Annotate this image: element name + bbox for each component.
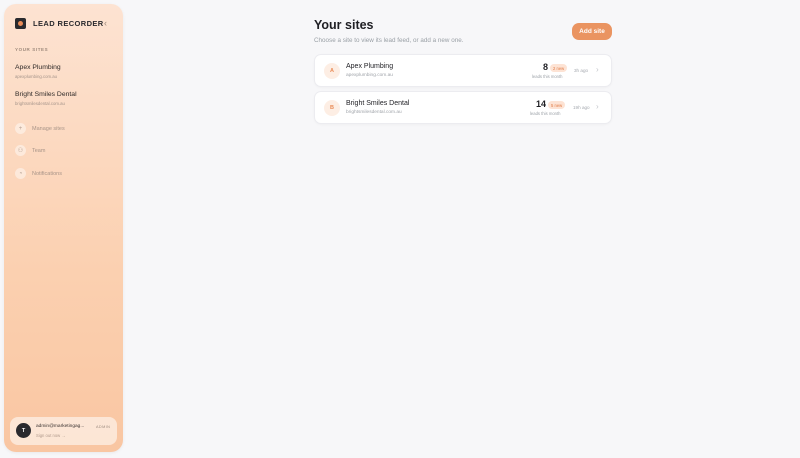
site-name: Bright Smiles Dental xyxy=(346,100,410,107)
last-lead-time: 3h ago xyxy=(574,68,589,73)
sidebar-site-name: Bright Smiles Dental xyxy=(15,91,77,98)
sidebar-item-team[interactable]: ⚇ Team xyxy=(15,145,45,156)
page-title: Your sites xyxy=(314,18,374,32)
plus-icon: + xyxy=(15,123,26,134)
sites-section-label: YOUR SITES xyxy=(15,47,49,52)
brand[interactable]: LEAD RECORDER xyxy=(15,18,104,29)
site-initial-avatar: A xyxy=(324,63,340,79)
leads-label: leads this month xyxy=(532,74,563,79)
leads-label: leads this month xyxy=(530,111,561,116)
sidebar-item-manage-sites[interactable]: + Manage sites xyxy=(15,123,65,134)
sidebar-item-label: Manage sites xyxy=(32,125,65,132)
new-leads-badge: 2 new xyxy=(550,64,568,72)
site-initial-avatar: B xyxy=(324,100,340,116)
new-leads-badge: 5 new xyxy=(548,101,566,109)
sidebar: LEAD RECORDER ‹ YOUR SITES Apex Plumbing… xyxy=(4,4,123,452)
team-icon: ⚇ xyxy=(15,145,26,156)
site-domain: apexplumbing.com.au xyxy=(346,73,393,78)
avatar: T xyxy=(16,423,31,438)
page-subtitle: Choose a site to view its lead feed, or … xyxy=(314,37,464,44)
logo-icon xyxy=(15,18,26,29)
sidebar-item-label: Team xyxy=(32,147,46,154)
user-card: T admin@marketingag... ADMIN Sign out no… xyxy=(10,417,117,445)
chevron-right-icon: › xyxy=(596,65,599,74)
last-lead-time: 19h ago xyxy=(573,105,590,110)
sidebar-site-bright-smiles[interactable]: Bright Smiles Dental brightsmilesdental.… xyxy=(15,91,77,106)
user-email: admin@marketingag... xyxy=(36,424,85,429)
lead-count: 8 xyxy=(542,62,548,72)
collapse-sidebar-icon[interactable]: ‹ xyxy=(104,18,107,28)
sidebar-site-domain: brightsmilesdental.com.au xyxy=(15,101,65,106)
add-site-button[interactable]: Add site xyxy=(572,23,612,40)
sign-out-link[interactable]: Sign out now → xyxy=(36,433,66,438)
site-name: Apex Plumbing xyxy=(346,63,394,70)
sidebar-site-name: Apex Plumbing xyxy=(15,64,61,71)
sidebar-site-domain: apexplumbing.com.au xyxy=(15,74,58,79)
bell-icon: ◔ xyxy=(15,168,26,179)
brand-name: LEAD RECORDER xyxy=(33,19,104,28)
sidebar-site-apex[interactable]: Apex Plumbing apexplumbing.com.au xyxy=(15,64,61,79)
site-domain: brightsmilesdental.com.au xyxy=(346,110,402,115)
site-card-apex[interactable]: A Apex Plumbing apexplumbing.com.au 8 2 … xyxy=(314,54,612,87)
site-card-bright-smiles[interactable]: B Bright Smiles Dental brightsmilesdenta… xyxy=(314,91,612,124)
user-role-badge: ADMIN xyxy=(96,425,111,429)
sidebar-item-label: Notifications xyxy=(32,170,62,177)
lead-count: 14 xyxy=(535,99,546,109)
sidebar-item-notifications[interactable]: ◔ Notifications xyxy=(15,168,62,179)
chevron-right-icon: › xyxy=(596,102,599,111)
